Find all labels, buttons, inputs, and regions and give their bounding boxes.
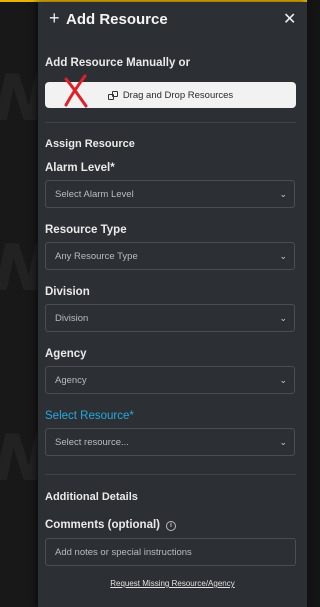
alarm-level-value: Select Alarm Level <box>55 188 134 200</box>
section-divider <box>45 474 296 475</box>
chevron-down-icon: ⌄ <box>279 436 287 447</box>
comments-label-text: Comments (optional) <box>45 519 160 531</box>
select-resource-label: Select Resource* <box>45 410 134 422</box>
division-value: Division <box>55 312 89 324</box>
resource-type-value: Any Resource Type <box>55 250 138 262</box>
background-watermark: N <box>0 422 38 496</box>
background-watermark: N <box>0 62 38 136</box>
division-label: Division <box>45 286 90 298</box>
drag-drop-icon <box>107 90 118 100</box>
chevron-down-icon: ⌄ <box>279 312 287 323</box>
background-watermark: N <box>0 232 38 306</box>
manual-heading: Add Resource Manually or <box>45 57 191 69</box>
alarm-level-label: Alarm Level* <box>45 162 115 174</box>
agency-select[interactable]: Agency ⌄ <box>45 366 295 394</box>
resource-type-select[interactable]: Any Resource Type ⌄ <box>45 242 295 270</box>
drag-drop-label: Drag and Drop Resources <box>122 89 234 101</box>
section-divider <box>45 122 296 123</box>
select-resource-select[interactable]: Select resource... ⌄ <box>45 428 295 456</box>
agency-value: Agency <box>55 374 87 386</box>
comments-label: Comments (optional) i <box>45 519 176 531</box>
chevron-down-icon: ⌄ <box>279 188 287 199</box>
select-resource-value: Select resource... <box>55 436 129 448</box>
add-resource-panel: + Add Resource ✕ Add Resource Manually o… <box>38 2 307 607</box>
panel-title: Add Resource <box>66 11 168 28</box>
background-overlay[interactable]: N N N <box>0 2 38 607</box>
red-x-mark <box>64 74 88 108</box>
info-icon[interactable]: i <box>166 521 176 531</box>
request-missing-link[interactable]: Request Missing Resource/Agency <box>38 579 307 588</box>
alarm-level-select[interactable]: Select Alarm Level ⌄ <box>45 180 295 208</box>
chevron-down-icon: ⌄ <box>279 374 287 385</box>
plus-icon: + <box>49 8 60 28</box>
comments-input[interactable] <box>45 538 296 566</box>
assign-section-title: Assign Resource <box>45 138 135 150</box>
details-section-title: Additional Details <box>45 491 138 503</box>
chevron-down-icon: ⌄ <box>279 250 287 261</box>
resource-type-label: Resource Type <box>45 224 127 236</box>
division-select[interactable]: Division ⌄ <box>45 304 295 332</box>
agency-label: Agency <box>45 348 87 360</box>
close-icon[interactable]: ✕ <box>283 9 296 29</box>
